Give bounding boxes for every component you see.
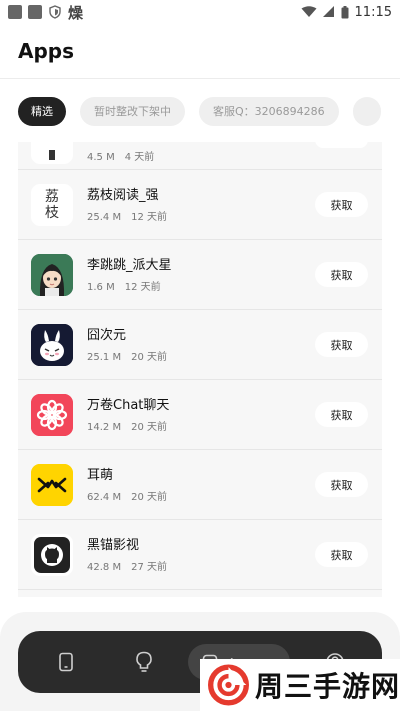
- get-button[interactable]: 获取: [315, 262, 368, 287]
- app-size: 25.1 M: [87, 351, 122, 363]
- anime-girl-icon: [31, 253, 73, 296]
- status-text: 燥: [68, 3, 84, 22]
- nav-discover[interactable]: [133, 645, 155, 679]
- get-button[interactable]: 获取: [315, 192, 368, 217]
- app-name: 荔枝阅读_强: [87, 187, 159, 203]
- status-bar: 燥 11:15: [0, 0, 400, 24]
- partial-app-icon: [31, 142, 73, 164]
- app-updated: 20 天前: [131, 351, 167, 363]
- app-name: 耳萌: [87, 467, 114, 483]
- battery-icon: [341, 5, 349, 18]
- nav-phone[interactable]: [56, 645, 76, 679]
- list-item[interactable]: 万卷Chat聊天 14.2 M 20 天前 获取: [18, 380, 382, 450]
- bulb-icon: [136, 651, 152, 672]
- app-name: 万卷Chat聊天: [87, 397, 170, 413]
- page-header: Apps: [0, 24, 400, 78]
- watermark-text: 周三手游网: [254, 670, 400, 703]
- chip-more[interactable]: [352, 96, 381, 126]
- app-size: 1.6 M: [87, 281, 115, 293]
- get-button[interactable]: 获取: [315, 542, 368, 567]
- get-button[interactable]: 获取: [315, 332, 368, 357]
- app-updated: 20 天前: [131, 421, 167, 433]
- watermark-logo-icon: [208, 664, 249, 706]
- app-updated: 4 天前: [124, 152, 155, 163]
- app-size: 14.2 M: [87, 421, 122, 433]
- yellow-m-icon: [31, 463, 73, 506]
- github-icon: [31, 533, 73, 576]
- lizhi-reader-icon: 荔 枝: [31, 183, 73, 226]
- app-size: 42.8 M: [87, 561, 122, 573]
- app-updated: 27 天前: [131, 561, 167, 573]
- list-item[interactable]: 耳萌 62.4 M 20 天前 获取: [18, 450, 382, 520]
- wifi-icon: [301, 6, 317, 17]
- list-item[interactable]: 4.5 M 4 天前: [18, 142, 382, 170]
- signal-icon: [322, 6, 334, 17]
- notification-icon: [8, 5, 22, 19]
- app-updated: 12 天前: [131, 211, 167, 223]
- get-button[interactable]: [315, 142, 368, 148]
- shield-icon: [49, 5, 61, 19]
- get-button[interactable]: 获取: [315, 472, 368, 497]
- red-flower-icon: [31, 393, 73, 436]
- list-item[interactable]: 荔 枝 荔枝阅读_强 25.4 M 12 天前 获取: [18, 170, 382, 240]
- app-size: 62.4 M: [87, 491, 122, 503]
- chip-notice[interactable]: 暂时整改下架中: [80, 96, 185, 126]
- list-item[interactable]: 囧次元 25.1 M 20 天前 获取: [18, 310, 382, 380]
- page-title: Apps: [18, 39, 75, 63]
- notification-icon-2: [28, 5, 42, 19]
- phone-icon: [59, 652, 73, 672]
- get-button[interactable]: 获取: [315, 402, 368, 427]
- app-size: 25.4 M: [87, 211, 122, 223]
- app-list: 4.5 M 4 天前 荔 枝 荔枝阅读_强 25.4 M 12 天前 获取 李跳跳…: [18, 142, 382, 597]
- app-name: 李跳跳_派大星: [87, 257, 172, 273]
- app-updated: 20 天前: [131, 491, 167, 503]
- chip-support[interactable]: 客服Q：3206894286: [199, 96, 339, 126]
- list-item[interactable]: 李跳跳_派大星 1.6 M 12 天前 获取: [18, 240, 382, 310]
- app-updated: 12 天前: [124, 281, 161, 293]
- status-time: 11:15: [354, 4, 392, 20]
- white-rabbit-icon: [31, 323, 73, 366]
- category-chips: 精选 暂时整改下架中 客服Q：3206894286: [0, 96, 400, 126]
- watermark: 周三手游网: [200, 659, 400, 711]
- header-divider: [0, 78, 400, 79]
- chip-featured[interactable]: 精选: [18, 96, 66, 126]
- list-item[interactable]: 黑锚影视 42.8 M 27 天前 获取: [18, 520, 382, 590]
- app-name: 黑锚影视: [87, 537, 140, 553]
- app-size: 4.5 M: [87, 152, 115, 163]
- app-name: 囧次元: [87, 327, 127, 343]
